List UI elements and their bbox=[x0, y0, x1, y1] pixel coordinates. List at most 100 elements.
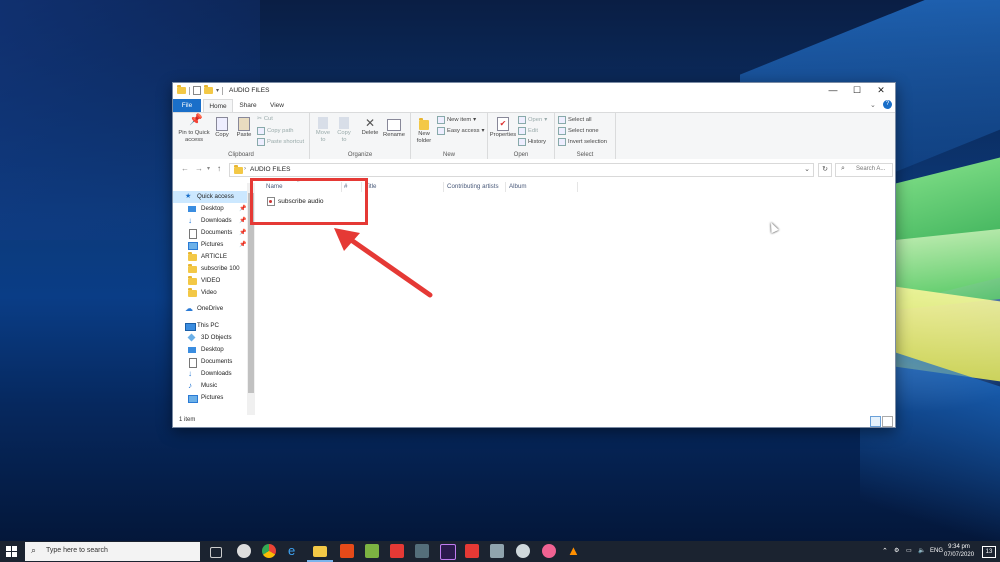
ribbon: 📌 Pin to Quick access Copy Paste ✂ Cut Co… bbox=[173, 112, 895, 160]
invert-selection-button[interactable]: Invert selection bbox=[558, 138, 607, 146]
ribbon-collapse-icon[interactable]: ⌄ bbox=[870, 101, 876, 109]
taskbar: ⌕ Type here to search e ▲ ⌃ ⚙ ▭ 🔈 ENG 9:… bbox=[0, 541, 1000, 562]
delete-x-icon: ✕ bbox=[364, 116, 376, 130]
title-bar: ▾ AUDIO FILES — ☐ ✕ bbox=[173, 83, 895, 98]
tab-view[interactable]: View bbox=[265, 99, 289, 112]
ribbon-tabs: File Home Share View ⌄ ? bbox=[173, 99, 895, 112]
copy-to-button[interactable]: Copy to bbox=[335, 117, 353, 143]
snagit-icon[interactable] bbox=[390, 544, 404, 558]
edit-icon bbox=[518, 127, 526, 135]
pin-icon[interactable]: 📌 bbox=[239, 217, 246, 224]
document-icon bbox=[189, 358, 197, 368]
paste-shortcut-icon bbox=[257, 138, 265, 146]
select-none-button[interactable]: Select none bbox=[558, 127, 599, 135]
task-view-icon[interactable] bbox=[210, 547, 222, 558]
cube-icon bbox=[187, 333, 196, 342]
tab-file[interactable]: File bbox=[173, 99, 201, 112]
maximize-button[interactable]: ☐ bbox=[845, 83, 869, 98]
column-contributing-artists[interactable]: Contributing artists bbox=[447, 183, 499, 190]
copy-button[interactable]: Copy bbox=[213, 117, 231, 139]
quick-access-dropdown-icon[interactable]: ▾ bbox=[216, 87, 219, 94]
chrome-icon[interactable] bbox=[262, 544, 276, 558]
premiere-icon[interactable] bbox=[440, 544, 456, 560]
back-arrow-icon[interactable]: ← bbox=[181, 164, 189, 173]
language-indicator[interactable]: ENG bbox=[930, 541, 943, 562]
navigation-pane: ★ Quick access Desktop 📌 ↓ Downloads 📌 D… bbox=[173, 181, 255, 415]
chevron-down-icon: ▾ bbox=[473, 117, 477, 123]
chevron-down-icon: ▾ bbox=[481, 128, 485, 134]
windows-start-icon[interactable] bbox=[6, 546, 17, 557]
search-input[interactable]: ⌕ Search A... bbox=[835, 163, 893, 177]
clipboard-group: 📌 Pin to Quick access Copy Paste ✂ Cut Co… bbox=[173, 113, 310, 159]
window-title: AUDIO FILES bbox=[229, 87, 270, 94]
volume-icon[interactable]: 🔈 bbox=[918, 541, 925, 562]
pin-icon[interactable]: 📌 bbox=[239, 229, 246, 236]
edit-button[interactable]: Edit bbox=[518, 127, 538, 135]
new-item-icon bbox=[437, 116, 445, 124]
new-folder-button[interactable]: New folder bbox=[413, 117, 435, 144]
history-button[interactable]: History bbox=[518, 138, 546, 146]
details-view-icon[interactable] bbox=[870, 416, 881, 427]
properties-button[interactable]: ✔ Properties bbox=[489, 117, 517, 139]
select-all-button[interactable]: Select all bbox=[558, 116, 592, 124]
history-icon bbox=[518, 138, 526, 146]
open-button[interactable]: Open ▾ bbox=[518, 116, 547, 124]
camtasia-icon[interactable] bbox=[365, 544, 379, 558]
delete-button[interactable]: ✕ Delete bbox=[360, 117, 380, 137]
new-folder-quick-icon[interactable] bbox=[204, 85, 213, 94]
document-icon bbox=[189, 229, 197, 239]
pin-icon[interactable]: 📌 bbox=[239, 241, 246, 248]
notifications-icon[interactable]: 13 bbox=[982, 546, 996, 558]
itunes-icon[interactable] bbox=[237, 544, 251, 558]
properties-check-icon: ✔ bbox=[497, 117, 509, 131]
forward-arrow-icon[interactable]: → bbox=[195, 164, 203, 173]
file-explorer-icon[interactable] bbox=[313, 546, 327, 557]
office-icon[interactable] bbox=[340, 544, 354, 558]
new-label: New bbox=[442, 152, 455, 158]
pin-to-quick-access-button[interactable]: 📌 Pin to Quick access bbox=[177, 115, 211, 143]
tray-chevron-up-icon[interactable]: ⌃ bbox=[882, 541, 888, 562]
cut-button[interactable]: ✂ Cut bbox=[257, 116, 273, 122]
refresh-icon[interactable]: ↻ bbox=[818, 163, 832, 177]
minimize-button[interactable]: — bbox=[821, 83, 845, 98]
app-icon[interactable] bbox=[490, 544, 504, 558]
tray-app-icon[interactable]: ⚙ bbox=[894, 541, 899, 562]
easy-access-button[interactable]: Easy access ▾ bbox=[437, 127, 484, 135]
copy-path-button[interactable]: Copy path bbox=[257, 127, 293, 135]
cloud-icon: ☁ bbox=[185, 304, 193, 313]
tab-home[interactable]: Home bbox=[203, 99, 233, 112]
organize-label: Organize bbox=[347, 152, 373, 158]
paste-shortcut-button[interactable]: Paste shortcut bbox=[257, 138, 304, 146]
tab-share[interactable]: Share bbox=[235, 99, 261, 112]
address-dropdown-icon[interactable]: ⌄ bbox=[804, 165, 810, 173]
desktop-icon bbox=[188, 206, 196, 212]
paste-button[interactable]: Paste bbox=[233, 117, 255, 139]
pin-icon[interactable]: 📌 bbox=[239, 205, 246, 212]
new-item-button[interactable]: New item ▾ bbox=[437, 116, 476, 124]
address-bar-row: ← → ▾ ↑ › AUDIO FILES ⌄ ↻ ⌕ Search A... bbox=[173, 159, 895, 179]
clock[interactable]: 9:34 pm 07/07/2020 bbox=[944, 543, 974, 559]
folder-icon bbox=[188, 252, 197, 261]
move-to-button[interactable]: Move to bbox=[314, 117, 332, 143]
calculator-icon[interactable] bbox=[415, 544, 429, 558]
folder-icon bbox=[188, 276, 197, 285]
close-button[interactable]: ✕ bbox=[869, 83, 893, 98]
clock-time: 9:34 pm bbox=[948, 544, 970, 550]
up-arrow-icon[interactable]: ↑ bbox=[217, 164, 221, 173]
recorder-icon[interactable] bbox=[465, 544, 479, 558]
network-app-icon[interactable] bbox=[516, 544, 530, 558]
help-icon[interactable]: ? bbox=[883, 100, 892, 109]
column-album[interactable]: Album bbox=[509, 183, 527, 190]
taskbar-search-input[interactable]: ⌕ Type here to search bbox=[25, 542, 200, 561]
paint-app-icon[interactable] bbox=[542, 544, 556, 558]
properties-quick-icon[interactable] bbox=[193, 86, 201, 95]
large-icons-view-icon[interactable] bbox=[882, 416, 893, 427]
edge-icon[interactable]: e bbox=[288, 544, 302, 558]
nav-quick-access[interactable]: ★ Quick access bbox=[173, 191, 247, 203]
network-icon[interactable]: ▭ bbox=[906, 541, 912, 562]
vlc-icon[interactable]: ▲ bbox=[567, 544, 581, 558]
recent-locations-icon[interactable]: ▾ bbox=[207, 165, 210, 172]
item-count: 1 item bbox=[179, 417, 196, 423]
rename-button[interactable]: Rename bbox=[382, 117, 406, 139]
address-field[interactable]: › AUDIO FILES ⌄ bbox=[229, 163, 814, 177]
